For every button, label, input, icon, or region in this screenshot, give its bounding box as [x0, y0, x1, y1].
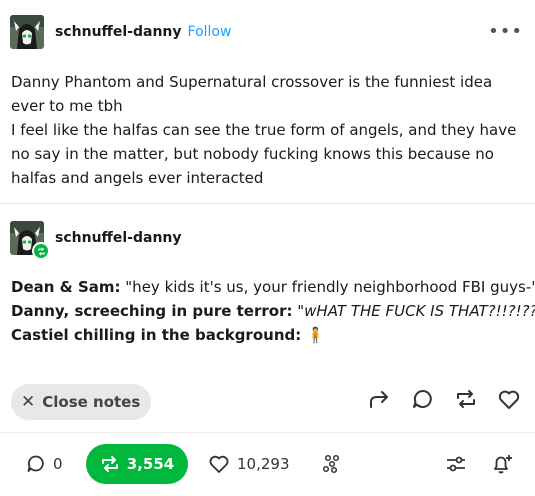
dialogue-italic: wHAT THE FUCK IS THAT?!!?!???! [304, 302, 535, 320]
speaker-label: Dean & Sam: [11, 278, 121, 296]
reblog-line: Danny, screeching in pure terror: "wHAT … [11, 299, 535, 323]
follow-button[interactable]: Follow [188, 24, 232, 40]
reblog-line: Dean & Sam: "hey kids it's us, your frie… [11, 275, 535, 299]
community-labels-button[interactable] [321, 444, 343, 484]
close-notes-button[interactable]: ✕ Close notes [11, 384, 152, 420]
dialogue-text: "hey kids it's us, your friendly neighbo… [120, 278, 535, 296]
more-options-icon[interactable]: ••• [488, 23, 523, 41]
reply-icon[interactable] [411, 388, 435, 410]
sliders-icon [445, 454, 467, 474]
reply-icon [26, 454, 46, 474]
notes-footer: 0 3,554 10,293 [0, 444, 535, 484]
post-actions [368, 388, 521, 410]
reblog-icon[interactable] [454, 388, 478, 410]
likes-count: 10,293 [237, 455, 290, 473]
reblog-blog-name[interactable]: schnuffel-danny [55, 230, 182, 246]
standing-person-emoji: 🧍 [306, 326, 325, 344]
reblog-body: Dean & Sam: "hey kids it's us, your frie… [11, 275, 535, 347]
post-header: schnuffel-danny Follow ••• [10, 14, 523, 50]
speaker-label: Danny, screeching in pure terror: [11, 302, 293, 320]
heart-icon[interactable] [497, 388, 521, 410]
likes-count-button[interactable]: 10,293 [208, 444, 290, 484]
notification-button[interactable] [490, 444, 514, 484]
post-paragraph: Danny Phantom and Supernatural crossover… [11, 73, 493, 115]
dots-cluster-icon [321, 454, 343, 474]
avatar[interactable] [10, 15, 44, 49]
footer-divider [0, 432, 535, 433]
reblog-divider [0, 203, 535, 204]
reblog-header: schnuffel-danny [10, 220, 182, 260]
heart-icon [208, 454, 230, 474]
reblogs-count-button[interactable]: 3,554 [86, 444, 188, 484]
close-notes-label: Close notes [42, 393, 141, 411]
speaker-label: Castiel chilling in the background: [11, 326, 302, 344]
post-body: Danny Phantom and Supernatural crossover… [11, 70, 521, 190]
x-icon: ✕ [21, 392, 36, 412]
reblog-icon [100, 455, 120, 473]
replies-count-button[interactable]: 0 [26, 444, 63, 484]
bell-plus-icon [490, 453, 514, 475]
replies-count: 0 [53, 455, 63, 473]
dialogue-text: " [292, 302, 305, 320]
blog-name-link[interactable]: schnuffel-danny [55, 24, 182, 40]
reblog-line: Castiel chilling in the background: 🧍 [11, 323, 526, 347]
reblog-badge-icon [32, 242, 50, 260]
share-icon[interactable] [368, 388, 392, 410]
post-settings-button[interactable] [445, 444, 467, 484]
reblogs-count: 3,554 [126, 455, 175, 473]
post-paragraph: I feel like the halfas can see the true … [11, 121, 517, 187]
tumblr-post: schnuffel-danny Follow ••• Danny Phantom… [0, 0, 535, 496]
